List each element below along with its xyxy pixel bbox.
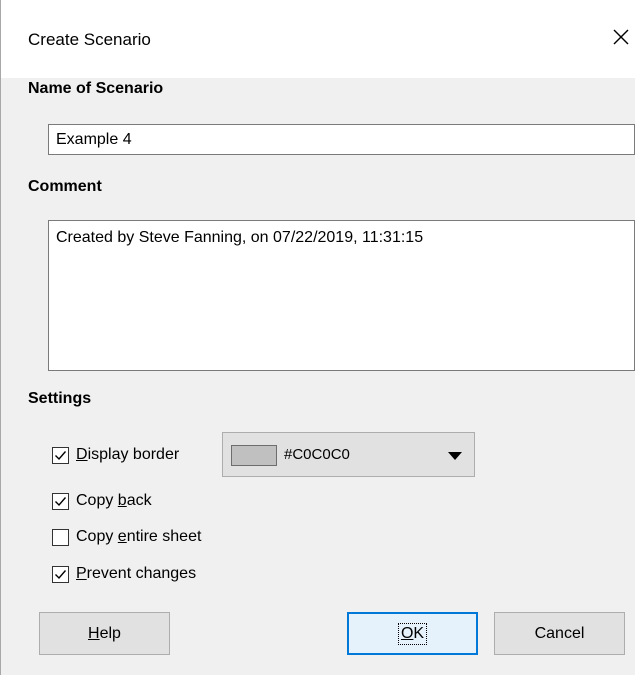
border-color-dropdown[interactable]: #C0C0C0 xyxy=(222,432,475,477)
checkmark-icon xyxy=(55,569,67,579)
dialog-title: Create Scenario xyxy=(28,30,151,49)
prevent-changes-checkbox-row[interactable]: Prevent changes xyxy=(52,563,196,585)
cancel-button[interactable]: Cancel xyxy=(494,612,625,655)
copy-back-checkbox[interactable] xyxy=(52,492,69,510)
ok-button[interactable]: OK xyxy=(347,612,478,655)
display-border-checkbox[interactable] xyxy=(52,446,69,464)
copy-back-label: Copy back xyxy=(76,492,152,509)
settings-heading: Settings xyxy=(28,390,92,407)
copy-back-checkbox-row[interactable]: Copy back xyxy=(52,490,152,512)
name-of-scenario-heading: Name of Scenario xyxy=(28,80,164,97)
help-button[interactable]: Help xyxy=(39,612,170,655)
checkmark-icon xyxy=(55,450,67,460)
scenario-name-input[interactable] xyxy=(48,124,635,155)
chevron-down-icon xyxy=(448,452,462,460)
copy-entire-sheet-checkbox-row[interactable]: Copy entire sheet xyxy=(52,526,201,548)
close-icon xyxy=(613,29,629,45)
copy-entire-sheet-label: Copy entire sheet xyxy=(76,528,202,545)
title-bar: Create Scenario xyxy=(1,0,635,78)
comment-textarea[interactable]: Created by Steve Fanning, on 07/22/2019,… xyxy=(48,220,635,371)
checkmark-icon xyxy=(55,496,67,506)
copy-entire-sheet-checkbox[interactable] xyxy=(52,528,69,546)
display-border-label: Display border xyxy=(76,446,180,463)
close-button[interactable] xyxy=(607,23,635,51)
create-scenario-dialog: Create Scenario Name of Scenario Comment… xyxy=(0,0,635,675)
prevent-changes-checkbox[interactable] xyxy=(52,565,69,583)
border-color-label: #C0C0C0 xyxy=(284,446,350,463)
ok-button-label: OK xyxy=(397,622,428,645)
display-border-checkbox-row[interactable]: Display border xyxy=(52,444,179,466)
comment-heading: Comment xyxy=(28,178,102,195)
help-button-label: Help xyxy=(88,624,121,642)
prevent-changes-label: Prevent changes xyxy=(76,565,197,582)
cancel-button-label: Cancel xyxy=(534,624,585,642)
color-swatch xyxy=(231,445,277,466)
